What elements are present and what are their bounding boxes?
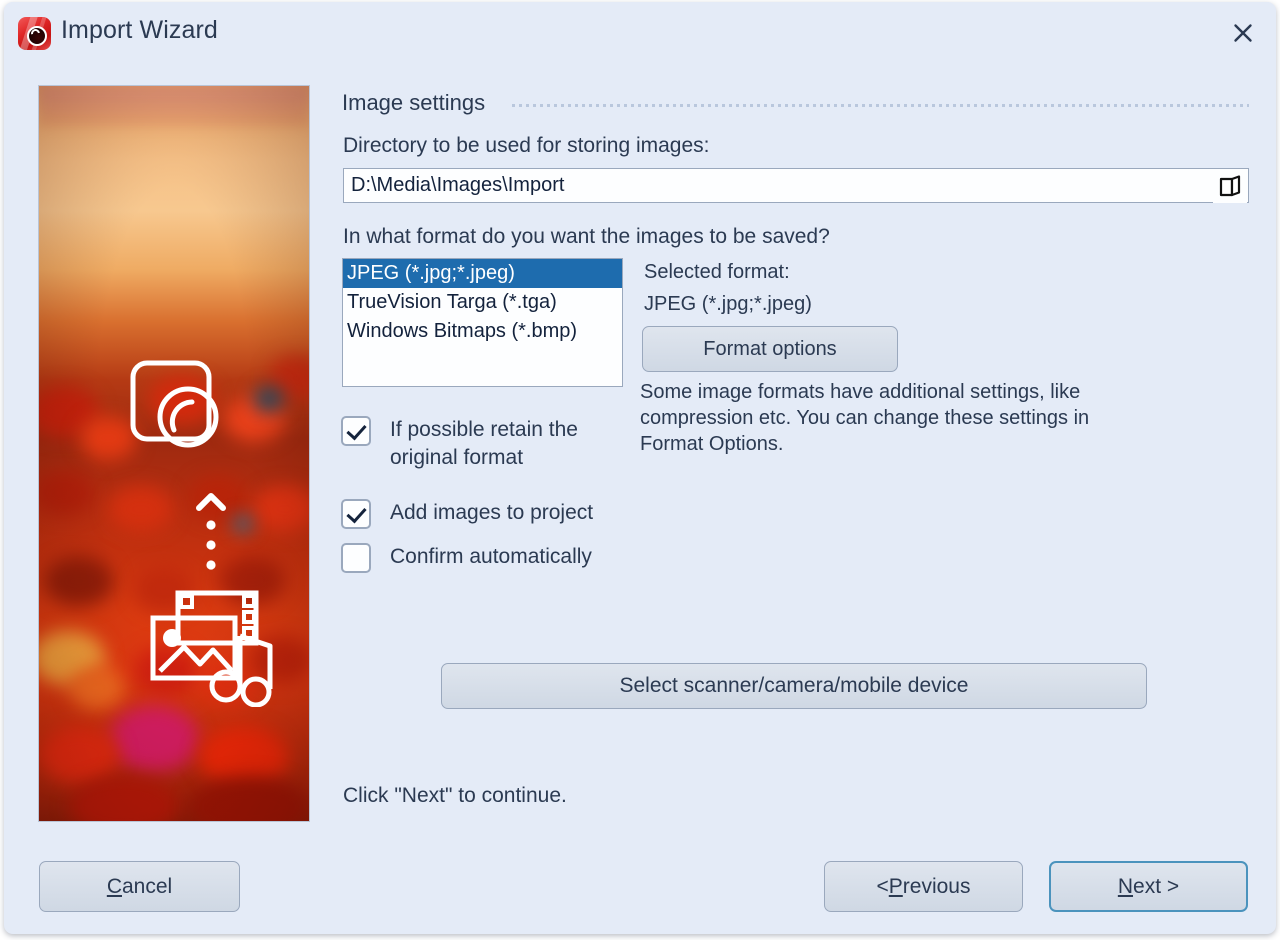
format-list-item[interactable]: Windows Bitmaps (*.bmp) (343, 317, 622, 346)
window-title: Import Wizard (61, 16, 218, 44)
selected-format-label: Selected format: (644, 261, 790, 283)
app-logo-icon (130, 360, 219, 448)
directory-label: Directory to be used for storing images: (343, 134, 710, 157)
checkbox-box[interactable] (341, 416, 371, 446)
format-options-button[interactable]: Format options (642, 326, 898, 372)
format-list-item[interactable]: TrueVision Targa (*.tga) (343, 288, 622, 317)
checkbox-box[interactable] (341, 543, 371, 573)
cancel-rest: ancel (121, 874, 173, 898)
format-list-item[interactable]: JPEG (*.jpg;*.jpeg) (343, 259, 622, 288)
cancel-accel: C (106, 874, 122, 898)
checkbox-label: If possible retain the original format (390, 418, 578, 469)
format-question-label: In what format do you want the images to… (343, 225, 830, 248)
poppy-field-sunset-photo (38, 85, 310, 822)
checkbox-retain-original-format[interactable]: If possible retain the original format (341, 416, 631, 472)
format-listbox[interactable]: JPEG (*.jpg;*.jpeg) TrueVision Targa (*.… (342, 258, 623, 387)
camera-lens-icon (18, 17, 51, 50)
directory-value: D:\Media\Images\Import (351, 174, 565, 196)
section-title: Image settings (342, 90, 486, 115)
previous-accel: P (888, 874, 903, 898)
next-hint-text: Click "Next" to continue. (343, 784, 567, 807)
up-arrow-dots-icon (196, 493, 226, 570)
next-button[interactable]: Next > (1049, 861, 1248, 912)
select-scanner-button[interactable]: Select scanner/camera/mobile device (441, 663, 1147, 709)
section-divider (512, 104, 1249, 107)
checkbox-add-images-to-project[interactable]: Add images to project (341, 499, 631, 529)
previous-rest: revious (902, 874, 971, 898)
checkbox-confirm-automatically[interactable]: Confirm automatically (341, 543, 631, 573)
title-bar: Import Wizard (4, 2, 1276, 64)
import-wizard-dialog: Import Wizard Image settings Directory t… (4, 2, 1276, 934)
previous-prefix: < (876, 874, 889, 898)
checkbox-box[interactable] (341, 499, 371, 529)
checkbox-label: Add images to project (390, 501, 594, 524)
selected-format-value: JPEG (*.jpg;*.jpeg) (644, 293, 812, 315)
open-folder-icon[interactable] (1213, 170, 1247, 203)
media-photo-music-icon (150, 590, 273, 707)
checkbox-label: Confirm automatically (390, 545, 592, 568)
next-rest: ext > (1133, 874, 1180, 898)
format-description: Some image formats have additional setti… (640, 381, 1090, 455)
directory-input[interactable]: D:\Media\Images\Import (343, 168, 1249, 203)
previous-button[interactable]: < Previous (824, 861, 1023, 912)
cancel-button[interactable]: Cancel (39, 861, 240, 912)
next-accel: N (1117, 874, 1134, 898)
close-icon[interactable] (1220, 10, 1266, 56)
